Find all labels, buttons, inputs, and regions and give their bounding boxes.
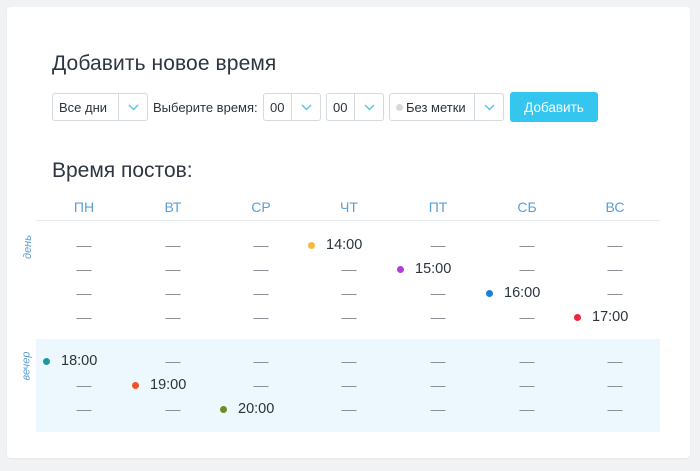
empty-slot-dash[interactable] [253,270,269,271]
days-select[interactable]: Все дни [52,93,148,121]
hour-select-value: 00 [270,100,285,115]
day-header-thu: ЧТ [340,199,358,215]
empty-slot-dash[interactable] [607,362,623,363]
time-slot[interactable]: 15:00 [397,261,452,277]
empty-slot-dash[interactable] [76,318,92,319]
header-divider [36,220,660,221]
empty-slot-dash[interactable] [607,386,623,387]
day-header-fri: ПТ [428,199,448,215]
empty-slot-dash[interactable] [607,410,623,411]
empty-slot-dash[interactable] [76,270,92,271]
days-select-value: Все дни [59,100,108,115]
empty-slot-dash[interactable] [253,362,269,363]
empty-slot-dash[interactable] [341,410,357,411]
empty-slot-dash[interactable] [341,294,357,295]
day-header-wed: СР [251,199,271,215]
empty-slot-dash[interactable] [430,410,446,411]
empty-slot-dash[interactable] [341,318,357,319]
empty-slot-dash[interactable] [519,318,535,319]
chevron-down-icon [354,94,383,120]
slot-color-dot [486,290,493,297]
add-time-title: Добавить новое время [52,52,277,75]
slot-color-dot [220,406,227,413]
slot-color-dot [132,382,139,389]
empty-slot-dash[interactable] [519,386,535,387]
empty-slot-dash[interactable] [76,246,92,247]
time-slot[interactable]: 19:00 [132,377,187,393]
empty-slot-dash[interactable] [165,294,181,295]
section-label-evening: вечер [20,351,33,381]
day-header-tue: ВТ [164,199,182,215]
empty-slot-dash[interactable] [430,362,446,363]
empty-slot-dash[interactable] [253,318,269,319]
empty-slot-dash[interactable] [165,410,181,411]
empty-slot-dash[interactable] [165,318,181,319]
slot-time: 19:00 [150,377,187,393]
time-slot[interactable]: 16:00 [486,285,541,301]
slot-time: 15:00 [415,261,452,277]
empty-slot-dash[interactable] [607,294,623,295]
time-slot[interactable]: 20:00 [220,401,275,417]
time-label: Выберите время: [153,100,258,115]
empty-slot-dash[interactable] [253,386,269,387]
empty-slot-dash[interactable] [341,270,357,271]
day-header-sun: ВС [605,199,625,215]
tag-dot-icon [396,104,403,111]
empty-slot-dash[interactable] [519,362,535,363]
time-slot[interactable]: 17:00 [574,309,629,325]
slot-color-dot [574,314,581,321]
slot-color-dot [397,266,404,273]
day-header-sat: СБ [517,199,537,215]
time-slot[interactable]: 18:00 [43,353,98,369]
slot-time: 14:00 [326,237,363,253]
slot-time: 16:00 [504,285,541,301]
empty-slot-dash[interactable] [430,386,446,387]
slot-time: 17:00 [592,309,629,325]
minute-select[interactable]: 00 [326,93,384,121]
empty-slot-dash[interactable] [76,386,92,387]
slot-color-dot [308,242,315,249]
tag-select-value: Без метки [406,100,466,115]
time-slot[interactable]: 14:00 [308,237,363,253]
day-header-mon: ПН [73,199,95,215]
chevron-down-icon [118,94,147,120]
slot-time: 20:00 [238,401,275,417]
slot-time: 18:00 [61,353,98,369]
tag-select[interactable]: Без метки [389,93,504,121]
hour-select[interactable]: 00 [263,93,321,121]
chevron-down-icon [474,94,503,120]
empty-slot-dash[interactable] [430,294,446,295]
empty-slot-dash[interactable] [165,362,181,363]
empty-slot-dash[interactable] [165,270,181,271]
empty-slot-dash[interactable] [76,410,92,411]
empty-slot-dash[interactable] [165,246,181,247]
empty-slot-dash[interactable] [253,246,269,247]
empty-slot-dash[interactable] [519,246,535,247]
posts-time-title: Время постов: [52,159,193,182]
empty-slot-dash[interactable] [430,246,446,247]
empty-slot-dash[interactable] [607,246,623,247]
empty-slot-dash[interactable] [607,270,623,271]
empty-slot-dash[interactable] [341,362,357,363]
empty-slot-dash[interactable] [519,270,535,271]
minute-select-value: 00 [333,100,348,115]
empty-slot-dash[interactable] [519,410,535,411]
section-label-day: день [22,234,35,260]
empty-slot-dash[interactable] [430,318,446,319]
add-button[interactable]: Добавить [510,92,598,122]
chevron-down-icon [291,94,320,120]
empty-slot-dash[interactable] [76,294,92,295]
empty-slot-dash[interactable] [253,294,269,295]
empty-slot-dash[interactable] [341,386,357,387]
slot-color-dot [43,358,50,365]
